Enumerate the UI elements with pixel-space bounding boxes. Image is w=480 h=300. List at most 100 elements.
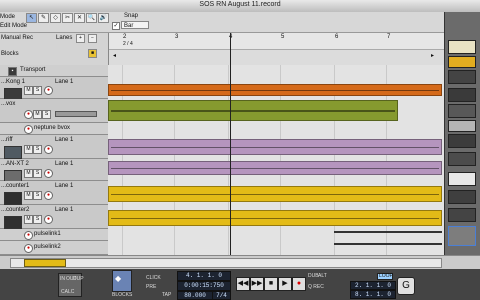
manual-rec-label[interactable]: Manual Rec xyxy=(1,35,33,41)
rack-device-1[interactable] xyxy=(448,40,476,54)
record-enable-button[interactable]: ● xyxy=(24,125,33,134)
solo-button[interactable]: S xyxy=(42,110,51,119)
record-enable-button[interactable]: ● xyxy=(44,86,53,95)
pencil-tool-button[interactable]: ✎ xyxy=(38,13,49,23)
mute-button[interactable]: M xyxy=(33,110,42,119)
clip-kong-lane1[interactable] xyxy=(108,84,442,96)
solo-button[interactable]: S xyxy=(33,169,42,178)
clip-anxt-lane1[interactable] xyxy=(108,161,442,175)
track-list-header: Manual Rec Lanes + − Blocks ■ xyxy=(0,33,108,65)
speaker-tool-button[interactable]: 🔊 xyxy=(98,13,109,23)
clip-riff-lane1[interactable] xyxy=(108,139,442,155)
solo-button[interactable]: S xyxy=(33,191,42,200)
mute-button[interactable]: M xyxy=(24,145,33,154)
rack-device-5[interactable] xyxy=(448,104,476,118)
mute-button[interactable]: M xyxy=(24,191,33,200)
rack-device-8[interactable] xyxy=(448,152,476,166)
record-enable-button[interactable]: ● xyxy=(24,231,33,240)
track-header-counter1[interactable]: ...counter1 M S ● Lane 1 xyxy=(0,181,108,205)
add-lane-button[interactable]: + xyxy=(76,34,85,43)
mute-button[interactable]: M xyxy=(24,169,33,178)
track-name: ...counter2 xyxy=(1,207,30,213)
record-enable-button[interactable]: ● xyxy=(44,145,53,154)
snap-checkbox[interactable]: ✓ xyxy=(112,22,120,30)
rack-device-11[interactable] xyxy=(448,208,476,222)
calc-label: CALC xyxy=(61,289,75,295)
volume-fader[interactable] xyxy=(55,111,97,117)
selection-tool-button[interactable]: ↖ xyxy=(26,13,37,23)
ruler-marker-6: 6 xyxy=(335,34,339,40)
track-header-neptune[interactable]: ● neptune bvox xyxy=(0,123,108,135)
pulselink1-automation[interactable] xyxy=(334,231,442,233)
record-enable-button[interactable]: ● xyxy=(24,244,33,253)
loop-start-display[interactable]: 2. 1. 1. 0 xyxy=(350,281,396,290)
blocks-button[interactable]: ◆ xyxy=(112,270,132,292)
track-header-kong[interactable]: ...Kong 1 M S ● Lane 1 xyxy=(0,77,108,101)
loop-end-display[interactable]: 8. 1. 1. 0 xyxy=(350,290,396,299)
rack-device-3[interactable] xyxy=(448,70,476,84)
record-enable-button[interactable]: ● xyxy=(44,169,53,178)
play-icon[interactable]: ▶ xyxy=(278,277,292,291)
time-display[interactable]: 0:00:15:750 xyxy=(177,281,231,291)
rack-device-9[interactable] xyxy=(448,172,476,186)
song-position-marker[interactable] xyxy=(230,33,231,255)
rack-device-2[interactable] xyxy=(448,56,476,68)
arrange-view[interactable] xyxy=(108,65,444,255)
snap-value-select[interactable]: Bar xyxy=(121,21,149,29)
pre-label: PRE xyxy=(146,284,157,290)
rack-device-6[interactable] xyxy=(448,120,476,132)
rack-device-10[interactable] xyxy=(448,190,476,204)
song-overview[interactable] xyxy=(0,255,480,270)
tap-label: TAP xyxy=(162,292,172,298)
magnify-tool-button[interactable]: 🔍 xyxy=(86,13,97,23)
fast-forward-icon[interactable]: ▶▶ xyxy=(250,277,264,291)
remove-lane-button[interactable]: − xyxy=(88,34,97,43)
track-header-anxt[interactable]: ...AN-XT 2 M S ● Lane 1 xyxy=(0,159,108,183)
tempo-display[interactable]: 80.000 xyxy=(177,291,213,300)
eraser-tool-button[interactable]: ◇ xyxy=(50,13,61,23)
lane-name: Lane 1 xyxy=(55,79,74,85)
razor-tool-button[interactable]: ✂ xyxy=(62,13,73,23)
mute-tool-button[interactable]: ✕ xyxy=(74,13,85,23)
clip-counter1-lane1[interactable] xyxy=(108,186,442,202)
ruler-marker-7: 7 xyxy=(387,34,391,40)
mute-button[interactable]: M xyxy=(24,86,33,95)
mode-label: Mode xyxy=(0,14,16,20)
device-thumbnail xyxy=(4,192,22,205)
edit-mode-button[interactable]: Edit Mode xyxy=(0,23,27,29)
position-display[interactable]: 4. 1. 1. 0 xyxy=(177,271,231,281)
loop-right-locator-icon[interactable]: ▸ xyxy=(431,52,434,60)
timeline-ruler[interactable]: 2 3 4 5 6 7 2 / 4 ◂ ▸ xyxy=(108,33,445,66)
pulselink2-automation[interactable] xyxy=(334,243,442,245)
rewind-icon[interactable]: ◀◀ xyxy=(236,277,250,291)
mute-button[interactable]: M xyxy=(24,215,33,224)
track-header-pulselink1[interactable]: ● pulselink1 xyxy=(0,229,108,241)
record-enable-button[interactable]: ● xyxy=(24,110,33,119)
track-header-riff[interactable]: ...riff M S ● Lane 1 xyxy=(0,135,108,159)
clip-counter2-lane1[interactable] xyxy=(108,210,442,226)
rack-device-4[interactable] xyxy=(448,88,476,102)
stop-icon[interactable]: ■ xyxy=(264,277,278,291)
rack-device-7[interactable] xyxy=(448,134,476,148)
toolbar: Mode Edit Mode ↖ ✎ ◇ ✂ ✕ 🔍 🔊 Snap ✓ Bar xyxy=(0,12,480,33)
clip-vox-audio[interactable] xyxy=(108,100,398,121)
track-header-pulselink2[interactable]: ● pulselink2 xyxy=(0,241,108,255)
blocks-icon: ◆ xyxy=(115,274,122,283)
reason-record-window: SOS RN August 11.record Mode Edit Mode ↖… xyxy=(0,0,480,300)
solo-button[interactable]: S xyxy=(33,145,42,154)
loop-left-locator-icon[interactable]: ◂ xyxy=(113,52,116,60)
track-header-vox[interactable]: ...vox ● M S xyxy=(0,99,108,123)
rack-device-12[interactable] xyxy=(448,226,476,246)
blocks-toggle-button[interactable]: ■ xyxy=(88,49,98,58)
loop-button[interactable]: LOOP xyxy=(377,273,393,280)
overview-selection[interactable] xyxy=(24,259,66,267)
solo-button[interactable]: S xyxy=(33,86,42,95)
signature-display[interactable]: 7/4 xyxy=(212,291,231,300)
solo-button[interactable]: S xyxy=(33,215,42,224)
track-header-counter2[interactable]: ...counter2 M S ● Lane 1 xyxy=(0,205,108,229)
track-header-transport[interactable]: ▪ Transport xyxy=(0,65,108,77)
record-icon[interactable]: ● xyxy=(292,277,306,291)
record-enable-button[interactable]: ● xyxy=(44,215,53,224)
dup-label: DUP xyxy=(73,276,84,282)
record-enable-button[interactable]: ● xyxy=(44,191,53,200)
